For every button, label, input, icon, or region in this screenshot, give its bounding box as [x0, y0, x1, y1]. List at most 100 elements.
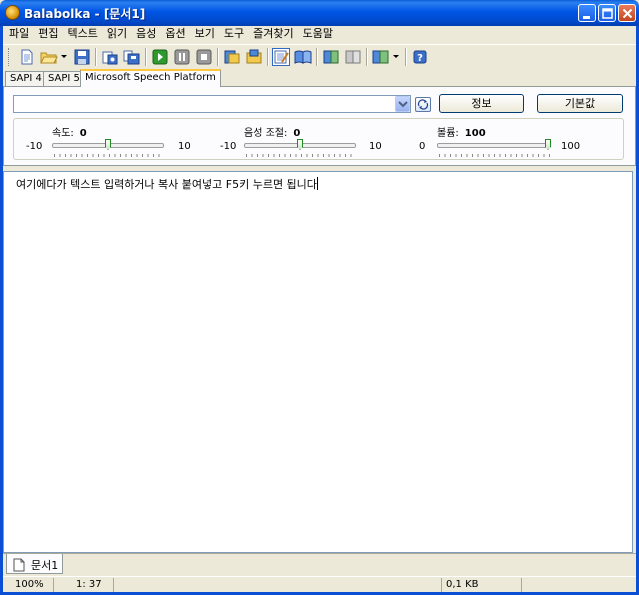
pitch-slider-ticks: [246, 154, 356, 157]
open-file-button[interactable]: [40, 48, 58, 66]
rate-slider-ticks: [54, 154, 164, 157]
toolbar-grip[interactable]: [8, 48, 11, 66]
batch-convert-icon: [123, 50, 140, 65]
status-empty-cell-2: [521, 578, 526, 592]
editor-content[interactable]: 여기에다가 텍스트 입력하거나 복사 붙여넣고 F5키 누르면 됩니다: [16, 176, 318, 192]
edit-mode-icon: [274, 50, 289, 64]
text-caret: [316, 177, 318, 190]
help-button[interactable]: ?: [411, 48, 429, 66]
toolbar: ?: [3, 44, 636, 69]
menu-view[interactable]: 보기: [192, 26, 221, 43]
voice-default-button[interactable]: 기본값: [537, 94, 623, 113]
editor-text: 여기에다가 텍스트 입력하거나 복사 붙여넣고 F5키 누르면 됩니다: [16, 178, 317, 191]
voice-b-button[interactable]: [344, 48, 362, 66]
pitch-max-label: 10: [369, 141, 382, 152]
volume-min-label: 0: [419, 141, 426, 152]
maximize-button[interactable]: [598, 4, 616, 22]
voice-info-button[interactable]: 정보: [439, 94, 524, 113]
toolbar-separator: [217, 48, 219, 66]
toolbar-separator: [95, 48, 97, 66]
play-button[interactable]: [151, 48, 169, 66]
toolbar-separator: [145, 48, 147, 66]
save-button[interactable]: [73, 48, 91, 66]
maximize-icon: [602, 8, 613, 19]
voice-a-button[interactable]: [322, 48, 340, 66]
spell-check-icon: [224, 50, 240, 64]
stop-icon: [196, 49, 212, 65]
toolbar-separator: [267, 48, 269, 66]
close-button[interactable]: [618, 4, 636, 22]
svg-text:?: ?: [417, 53, 423, 64]
edit-mode-button[interactable]: [272, 48, 290, 66]
spell-check-button[interactable]: [223, 48, 241, 66]
tab-sapi5[interactable]: SAPI 5: [43, 71, 85, 86]
menu-options[interactable]: 옵션: [162, 26, 191, 43]
refresh-icon: [417, 99, 429, 110]
stop-button[interactable]: [195, 48, 213, 66]
help-icon: ?: [413, 50, 427, 64]
minimize-icon: [583, 16, 590, 19]
voice-a-icon: [323, 50, 339, 64]
read-mode-icon: [294, 50, 312, 64]
menu-edit[interactable]: 편집: [35, 26, 64, 43]
menu-voice[interactable]: 음성: [133, 26, 162, 43]
menu-file[interactable]: 파일: [6, 26, 35, 43]
dictionary-button[interactable]: [245, 48, 263, 66]
voice-select-arrow[interactable]: [395, 96, 410, 112]
voice-b-icon: [345, 50, 361, 64]
new-document-button[interactable]: [18, 48, 36, 66]
menu-favorites[interactable]: 즐겨찾기: [250, 26, 299, 43]
close-icon: [622, 8, 633, 19]
pitch-slider-thumb[interactable]: [297, 139, 303, 150]
refresh-voices-button[interactable]: [415, 97, 431, 112]
voice-settings-button[interactable]: [372, 48, 390, 66]
volume-slider-track[interactable]: [437, 143, 551, 148]
chevron-down-icon: [398, 101, 408, 108]
pause-icon: [174, 49, 190, 65]
status-bar: 100% 1: 37 0,1 KB: [3, 576, 636, 592]
pause-button[interactable]: [173, 48, 191, 66]
pitch-value: 0: [293, 128, 301, 139]
menu-text[interactable]: 텍스트: [65, 26, 104, 43]
batch-convert-button[interactable]: [123, 48, 141, 66]
document-tab[interactable]: 문서1: [6, 554, 63, 574]
document-tabs: 문서1: [3, 553, 636, 575]
text-editor[interactable]: 여기에다가 텍스트 입력하거나 복사 붙여넣고 F5키 누르면 됩니다: [3, 171, 633, 553]
toolbar-separator: [316, 48, 318, 66]
status-file-size: 0,1 KB: [441, 578, 479, 592]
voice-panel: 정보 기본값 속도: 0 -10 10 음성 조절: 0 -10 10 볼륨: 100…: [3, 86, 636, 166]
voice-select[interactable]: [13, 95, 411, 113]
open-folder-icon: [40, 52, 58, 64]
volume-slider-thumb[interactable]: [545, 139, 551, 150]
status-empty-cell: [113, 578, 441, 592]
new-document-icon: [21, 49, 33, 65]
balabolka-logo-icon: [5, 5, 20, 20]
rate-max-label: 10: [178, 141, 191, 152]
rate-label-group: 속도: 0: [52, 124, 87, 139]
voice-dropdown-arrow-icon[interactable]: [393, 55, 399, 58]
open-dropdown-arrow-icon[interactable]: [61, 55, 67, 58]
title-bar[interactable]: Balabolka - [문서1]: [0, 0, 639, 26]
menu-help[interactable]: 도움말: [300, 26, 339, 43]
pitch-min-label: -10: [220, 141, 237, 152]
export-audio-button[interactable]: [101, 48, 119, 66]
dictionary-icon: [246, 49, 262, 64]
volume-max-label: 100: [561, 141, 581, 152]
voice-settings-icon: [372, 50, 389, 64]
volume-slider-ticks: [439, 154, 551, 157]
toolbar-separator: [366, 48, 368, 66]
menu-tools[interactable]: 도구: [221, 26, 250, 43]
tab-microsoft-speech-platform[interactable]: Microsoft Speech Platform: [80, 69, 221, 87]
minimize-button[interactable]: [578, 4, 596, 22]
menu-bar: 파일 편집 텍스트 읽기 음성 옵션 보기 도구 즐겨찾기 도움말: [3, 26, 636, 43]
tab-sapi4[interactable]: SAPI 4: [5, 71, 47, 86]
menu-read[interactable]: 읽기: [104, 26, 133, 43]
volume-value: 100: [464, 128, 486, 139]
read-mode-button[interactable]: [294, 48, 312, 66]
save-icon: [74, 49, 90, 65]
volume-label: 볼륨:: [437, 128, 459, 139]
status-zoom: 100%: [15, 579, 44, 590]
document-tab-label: 문서1: [31, 559, 59, 572]
rate-slider-thumb[interactable]: [105, 139, 111, 150]
export-audio-icon: [102, 51, 118, 65]
